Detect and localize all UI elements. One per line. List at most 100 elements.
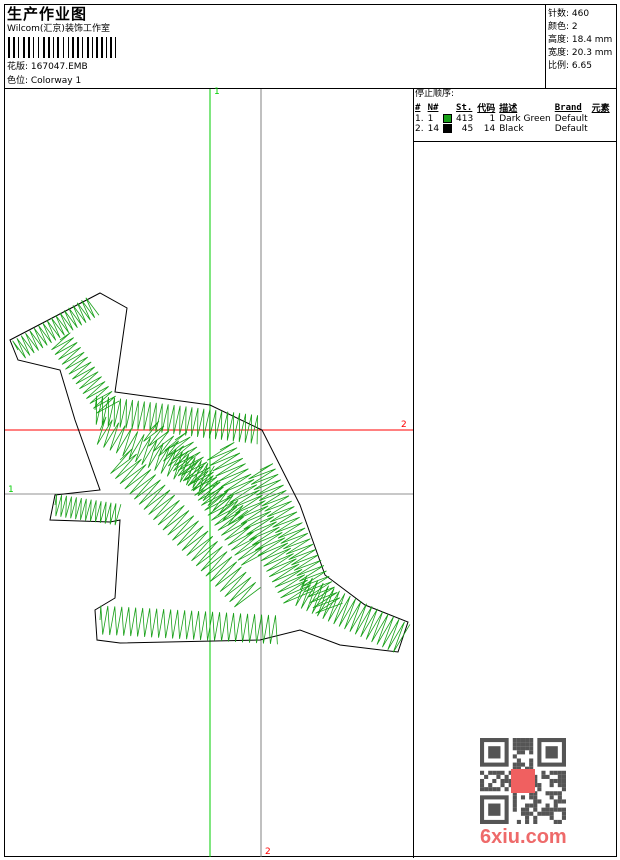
qr-module bbox=[512, 738, 517, 743]
qr-module bbox=[561, 799, 566, 804]
qr-module bbox=[525, 803, 530, 808]
qr-finder bbox=[488, 746, 501, 759]
qr-module bbox=[525, 819, 530, 824]
qr-module bbox=[520, 795, 526, 800]
qr-module bbox=[525, 811, 530, 816]
qr-module bbox=[516, 738, 521, 743]
qr-module bbox=[553, 803, 558, 808]
qr-module bbox=[553, 778, 558, 784]
qr-module bbox=[500, 783, 505, 788]
stitch-run bbox=[206, 442, 314, 604]
qr-module bbox=[480, 778, 485, 784]
qr-module bbox=[520, 750, 526, 755]
qr-module bbox=[529, 750, 534, 755]
qr-module bbox=[525, 807, 530, 812]
qr-module bbox=[557, 795, 562, 800]
qr-module bbox=[537, 799, 542, 804]
qr-module bbox=[520, 742, 526, 747]
qr-module bbox=[504, 778, 509, 784]
qr-module bbox=[520, 762, 526, 767]
qr-finder bbox=[488, 803, 501, 816]
qr-module bbox=[516, 750, 521, 755]
qr-module bbox=[553, 770, 558, 775]
qr-module bbox=[533, 807, 538, 812]
qr-module bbox=[557, 778, 562, 784]
qr-module bbox=[500, 770, 505, 775]
qr-module bbox=[541, 811, 546, 816]
qr-module bbox=[549, 811, 554, 816]
qr-module bbox=[520, 738, 526, 743]
qr-module bbox=[533, 803, 538, 808]
qr-module bbox=[561, 807, 566, 812]
qr-module bbox=[557, 774, 562, 779]
stitch-run bbox=[51, 332, 120, 414]
qr-module bbox=[549, 795, 554, 800]
qr-module bbox=[561, 815, 566, 820]
qr-module bbox=[512, 807, 517, 812]
qr-module bbox=[553, 799, 558, 804]
qr-module bbox=[529, 746, 534, 751]
qr-module bbox=[480, 787, 485, 792]
qr-module bbox=[525, 815, 530, 820]
qr-module bbox=[541, 770, 546, 775]
qr-module bbox=[529, 762, 534, 767]
qr-module bbox=[561, 783, 566, 788]
qr-module bbox=[512, 799, 517, 804]
qr-module bbox=[512, 795, 517, 800]
qr-module bbox=[529, 795, 534, 800]
qr-module bbox=[504, 787, 509, 792]
qr-module bbox=[561, 774, 566, 779]
qr-module bbox=[557, 783, 562, 788]
qr-module bbox=[520, 807, 526, 812]
qr-module bbox=[533, 815, 538, 820]
qr-module bbox=[516, 758, 521, 763]
stitch-run bbox=[99, 605, 278, 645]
qr-module bbox=[561, 770, 566, 775]
qr-finder bbox=[545, 746, 558, 759]
qr-module bbox=[529, 738, 534, 743]
qr-module bbox=[537, 811, 542, 816]
qr-module bbox=[525, 742, 530, 747]
qr-module bbox=[504, 774, 509, 779]
embroidery-stitches bbox=[12, 297, 411, 653]
qr-module bbox=[516, 742, 521, 747]
qr-module bbox=[484, 774, 489, 779]
qr-module bbox=[545, 774, 550, 779]
qr-module bbox=[492, 787, 497, 792]
qr-module bbox=[525, 746, 530, 751]
qr-module bbox=[553, 819, 558, 824]
qr-module bbox=[484, 787, 489, 792]
qr-module bbox=[488, 787, 493, 792]
qr-module bbox=[480, 770, 485, 775]
design-canvas bbox=[5, 89, 413, 857]
qr-module bbox=[516, 819, 521, 824]
qr-module bbox=[496, 774, 501, 779]
qr-module bbox=[561, 778, 566, 784]
qr-module bbox=[549, 778, 554, 784]
qr-module bbox=[549, 791, 554, 796]
qr-module bbox=[500, 778, 505, 784]
qr-module bbox=[496, 787, 501, 792]
marker-v2: 2 bbox=[265, 847, 271, 857]
qr-module bbox=[529, 742, 534, 747]
qr-module bbox=[488, 783, 493, 788]
qr-module bbox=[537, 787, 542, 792]
marker-h1: 1 bbox=[8, 485, 14, 495]
qr-module bbox=[496, 770, 501, 775]
qr-module bbox=[533, 795, 538, 800]
qr-module bbox=[533, 819, 538, 824]
qr-module bbox=[545, 791, 550, 796]
qr-module bbox=[557, 799, 562, 804]
qr-module bbox=[545, 811, 550, 816]
qr-module bbox=[492, 778, 497, 784]
watermark-text: 6xiu.com bbox=[480, 826, 567, 848]
qr-module bbox=[520, 811, 526, 816]
stitch-run bbox=[12, 297, 100, 359]
seal-stamp bbox=[511, 769, 535, 793]
qr-module bbox=[537, 783, 542, 788]
qr-module bbox=[520, 746, 526, 751]
qr-module bbox=[541, 807, 546, 812]
qr-module bbox=[549, 770, 554, 775]
qr-module bbox=[557, 807, 562, 812]
qr-module bbox=[492, 770, 497, 775]
